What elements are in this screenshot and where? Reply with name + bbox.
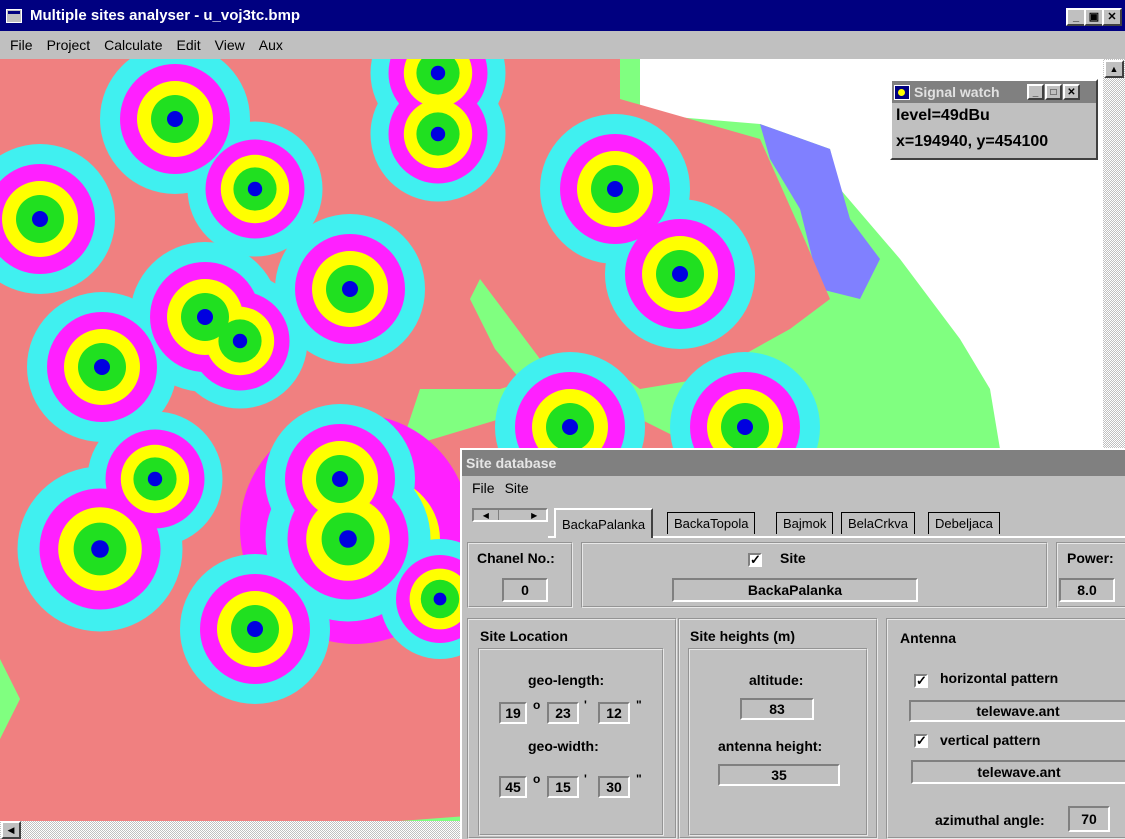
site-tabs: ◀ ▶ BackaPalanka BackaTopola Bajmok Bela…	[462, 502, 1125, 538]
tab-scroll[interactable]: ◀ ▶	[472, 508, 548, 522]
menu-file[interactable]: File	[4, 37, 41, 53]
vertical-pattern-label: vertical pattern	[940, 732, 1041, 748]
site-ring-7-4	[672, 266, 688, 282]
sec-symbol: "	[636, 698, 642, 712]
tab-backatopola[interactable]: BackaTopola	[667, 512, 756, 534]
menu-calculate[interactable]: Calculate	[98, 37, 170, 53]
vertical-pattern-file[interactable]: telewave.ant	[911, 760, 1125, 784]
site-database-title: Site database	[462, 450, 1125, 476]
site-database-menu: File Site	[462, 476, 1125, 500]
site-ring-0-4	[167, 111, 183, 127]
deg-symbol-2: o	[533, 772, 541, 786]
geo-length-sec-field[interactable]: 12	[598, 702, 630, 724]
site-ring-3-4	[247, 181, 263, 197]
site-ring-6-4	[342, 281, 358, 297]
antenna-title: Antenna	[900, 630, 956, 646]
menu-aux[interactable]: Aux	[253, 37, 291, 53]
site-ring-9-4	[232, 333, 248, 349]
chanel-label: Chanel No.:	[477, 550, 555, 566]
site-ring-15-4	[339, 530, 357, 548]
site-ring-5-4	[607, 181, 623, 197]
sd-menu-file[interactable]: File	[472, 480, 495, 496]
site-ring-2-4	[430, 126, 446, 142]
minimize-button[interactable]: _	[1066, 8, 1086, 26]
power-field[interactable]: 8.0	[1059, 578, 1115, 602]
signal-watch-window[interactable]: Signal watch _ □ ✕ level=49dBu x=194940,…	[890, 79, 1098, 160]
tab-bajmok[interactable]: Bajmok	[776, 512, 834, 534]
tab-belacrkva[interactable]: BelaCrkva	[841, 512, 915, 534]
site-ring-16-4	[91, 540, 109, 558]
horizontal-scrollbar[interactable]: ◀	[0, 821, 465, 839]
menu-edit[interactable]: Edit	[171, 37, 209, 53]
tab-debeljaca[interactable]: Debeljaca	[928, 512, 1000, 534]
geo-length-label: geo-length:	[528, 672, 605, 688]
scroll-up-arrow[interactable]: ▲	[1104, 60, 1124, 78]
sw-minimize-button[interactable]: _	[1027, 84, 1044, 100]
geo-width-sec-field[interactable]: 30	[598, 776, 630, 798]
azimuthal-angle-label: azimuthal angle:	[935, 812, 1045, 828]
close-button[interactable]: ✕	[1102, 8, 1122, 26]
maximize-button[interactable]: ▣	[1084, 8, 1104, 26]
azimuthal-angle-field[interactable]: 70	[1068, 806, 1110, 832]
title-bar[interactable]: Multiple sites analyser - u_voj3tc.bmp _…	[0, 0, 1125, 31]
window-title: Multiple sites analyser - u_voj3tc.bmp	[30, 7, 301, 24]
site-ring-13-4	[147, 471, 163, 487]
vertical-pattern-checkbox[interactable]: ✓	[914, 734, 928, 748]
signal-coords: x=194940, y=454100	[896, 133, 1049, 150]
horizontal-pattern-label: horizontal pattern	[940, 670, 1059, 686]
site-database-window[interactable]: Site database File Site ◀ ▶ BackaPalanka…	[460, 448, 1125, 839]
site-ring-17-4	[247, 621, 263, 637]
sw-close-button[interactable]: ✕	[1063, 84, 1080, 100]
power-label: Power:	[1067, 550, 1114, 566]
signal-watch-titlebar[interactable]: Signal watch _ □ ✕	[892, 81, 1096, 103]
geo-width-min-field[interactable]: 15	[547, 776, 579, 798]
menu-view[interactable]: View	[209, 37, 253, 53]
site-ring-1-4	[430, 65, 446, 81]
site-heights-title: Site heights (m)	[690, 628, 796, 644]
site-location-title: Site Location	[480, 628, 568, 644]
tab-backapalanka[interactable]: BackaPalanka	[554, 508, 654, 538]
geo-length-deg-field[interactable]: 19	[499, 702, 527, 724]
altitude-label: altitude:	[749, 672, 804, 688]
menu-bar: File Project Calculate Edit View Aux	[0, 31, 1125, 59]
geo-length-min-field[interactable]: 23	[547, 702, 579, 724]
deg-symbol: o	[533, 698, 541, 712]
min-symbol: '	[584, 698, 587, 712]
site-ring-8-4	[197, 309, 213, 325]
tab-scroll-left-icon[interactable]: ◀	[474, 510, 498, 520]
site-ring-10-4	[94, 359, 110, 375]
min-symbol-2: '	[584, 772, 587, 786]
sec-symbol-2: "	[636, 772, 642, 786]
antenna-height-field[interactable]: 35	[718, 764, 840, 786]
altitude-field[interactable]: 83	[740, 698, 814, 720]
geo-width-label: geo-width:	[528, 738, 599, 754]
site-label: Site	[780, 550, 806, 566]
site-ring-18-4	[433, 592, 447, 606]
site-name-field[interactable]: BackaPalanka	[672, 578, 918, 602]
app-icon	[6, 8, 22, 23]
horizontal-pattern-checkbox[interactable]: ✓	[914, 674, 928, 688]
signal-watch-icon	[894, 84, 910, 100]
horizontal-pattern-file[interactable]: telewave.ant	[909, 700, 1125, 722]
site-ring-12-4	[737, 419, 753, 435]
signal-level: level=49dBu	[896, 107, 990, 124]
tab-scroll-right-icon[interactable]: ▶	[522, 510, 546, 520]
scroll-left-arrow[interactable]: ◀	[1, 821, 21, 839]
antenna-height-label: antenna height:	[718, 738, 823, 754]
sd-menu-site[interactable]: Site	[505, 480, 529, 496]
chanel-field[interactable]: 0	[502, 578, 548, 602]
menu-project[interactable]: Project	[41, 37, 99, 53]
site-ring-11-4	[562, 419, 578, 435]
signal-watch-title: Signal watch	[914, 84, 1000, 100]
site-ring-14-4	[332, 471, 348, 487]
geo-width-deg-field[interactable]: 45	[499, 776, 527, 798]
site-ring-4-4	[32, 211, 48, 227]
site-checkbox[interactable]: ✓	[748, 553, 762, 567]
sw-maximize-button[interactable]: □	[1045, 84, 1062, 100]
